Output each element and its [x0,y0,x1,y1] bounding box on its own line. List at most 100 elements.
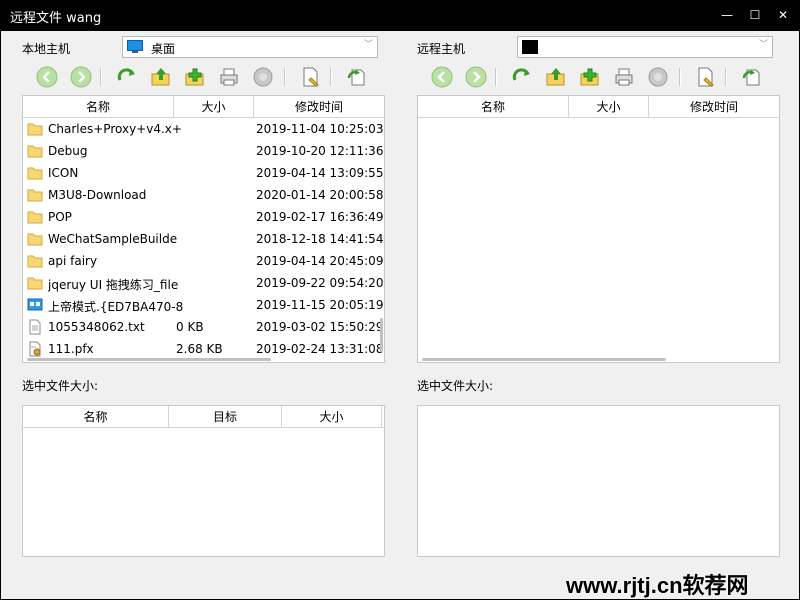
file-modified-date: 2019-03-02 15:50:29 [256,320,384,334]
local-selected-size-label: 选中文件大小: [22,379,99,393]
transfer-column-target[interactable]: 目标 [169,406,282,428]
up-folder-button[interactable] [148,64,174,90]
file-list-item[interactable]: M3U8-Download 2020-01-14 20:00:58 [23,184,383,206]
forward-arrow-icon [465,66,487,88]
file-list-item[interactable]: jqeruy UI 拖拽练习_file 2019-09-22 09:54:20 [23,272,383,294]
vertical-scrollbar[interactable] [380,318,383,352]
file-modified-date: 2019-02-17 16:36:49 [256,210,384,224]
special-folder-icon [27,298,43,311]
file-modified-date: 2019-11-04 10:25:03 [256,122,384,136]
file-list-item[interactable]: Charles+Proxy+v4.x+ 2019-11-04 10:25:03 [23,118,383,140]
remote-file-list[interactable]: 名称 大小 修改时间 [417,95,780,363]
file-size: 2.68 KB [176,342,223,356]
local-path-value: 桌面 [151,42,176,56]
minimize-button[interactable]: — [716,4,738,26]
file-list-item[interactable]: ICON 2019-04-14 13:09:55 [23,162,383,184]
back-button[interactable] [34,64,60,90]
remote-column-modified-header[interactable]: 修改时间 [649,96,779,118]
file-modified-date: 2018-12-18 14:41:54 [256,232,384,246]
column-size-header[interactable]: 大小 [174,96,254,118]
refresh-icon [512,68,530,81]
file-name: M3U8-Download [48,188,147,202]
file-modified-date: 2019-11-15 20:05:19 [256,298,384,312]
file-list-item[interactable]: 上帝模式.{ED7BA470-8 2019-11-15 20:05:19 [23,294,383,316]
file-list-item[interactable]: POP 2019-02-17 16:36:49 [23,206,383,228]
new-folder-icon [580,68,599,86]
remote-up-folder-button[interactable] [543,64,569,90]
local-list-header: 名称 大小 修改时间 [23,96,384,118]
folder-icon [27,167,43,180]
remote-file-window: 远程文件 wang — ☐ ✕ 本地主机 桌面 ﹀ 名称 大小 修改时间 Cha… [0,0,800,600]
folder-icon [27,189,43,202]
folder-icon [27,277,43,290]
stop-icon [648,67,668,87]
remote-properties-button[interactable] [693,64,719,90]
toolbar-separator [495,68,497,86]
file-list-item[interactable]: Debug 2019-10-20 12:11:36 [23,140,383,162]
remote-delete-button[interactable] [611,64,637,90]
document-edit-icon [303,67,319,87]
local-path-combo[interactable]: 桌面 ﹀ [122,36,378,58]
file-list-item[interactable]: 111.pfx 2.68 KB 2019-02-24 13:31:08 [23,338,383,360]
remote-stop-button[interactable] [645,64,671,90]
remote-column-size-header[interactable]: 大小 [569,96,649,118]
folder-icon [27,255,43,268]
file-modified-date: 2020-01-14 20:00:58 [256,188,384,202]
local-transfer-list[interactable]: 名称 目标 大小 [22,405,385,557]
back-arrow-icon [36,66,58,88]
new-folder-button[interactable] [182,64,208,90]
file-name: 1055348062.txt [48,320,145,334]
file-list-item[interactable]: 1055348062.txt 0 KB 2019-03-02 15:50:29 [23,316,383,338]
remote-column-name-header[interactable]: 名称 [418,96,569,118]
horizontal-scrollbar[interactable] [27,358,271,361]
column-modified-header[interactable]: 修改时间 [254,96,384,118]
remote-transfer-list[interactable] [417,405,780,557]
transfer-button[interactable] [344,64,370,90]
file-size: 0 KB [176,320,204,334]
folder-icon [27,233,43,246]
remote-horizontal-scrollbar[interactable] [422,358,666,361]
column-name-header[interactable]: 名称 [23,96,174,118]
file-list-item[interactable]: WeChatSampleBuilde 2018-12-18 14:41:54 [23,228,383,250]
forward-arrow-icon [70,66,92,88]
properties-button[interactable] [298,64,324,90]
local-file-list[interactable]: 名称 大小 修改时间 Charles+Proxy+v4.x+ 2019-11-04… [22,95,385,363]
remote-back-button[interactable] [429,64,455,90]
file-name: Charles+Proxy+v4.x+ [48,122,182,136]
remote-new-folder-button[interactable] [577,64,603,90]
client-area: 本地主机 桌面 ﹀ 名称 大小 修改时间 Charles+Proxy+v4.x+… [1,31,799,599]
stop-button[interactable] [250,64,276,90]
watermark-text: www.rjtj.cn软荐网 [566,573,749,598]
file-modified-date: 2019-09-22 09:54:20 [256,276,384,290]
close-button[interactable]: ✕ [772,4,794,26]
forward-button[interactable] [68,64,94,90]
remote-selected-size-label: 选中文件大小: [417,379,494,393]
back-arrow-icon [431,66,453,88]
up-folder-icon [151,68,170,86]
refresh-button[interactable] [114,64,140,90]
remote-host-combo[interactable]: ﹀ [517,36,773,58]
maximize-button[interactable]: ☐ [744,4,766,26]
local-host-label: 本地主机 [22,42,71,56]
chevron-down-icon: ﹀ [364,40,374,50]
printer-icon [615,68,633,86]
printer-icon [220,68,238,86]
stop-icon [253,67,273,87]
delete-button[interactable] [216,64,242,90]
file-list-item[interactable]: api fairy 2019-04-14 20:45:09 [23,250,383,272]
document-edit-icon [698,67,714,87]
folder-icon [27,211,43,224]
file-name: 上帝模式.{ED7BA470-8 [48,300,184,314]
remote-transfer-button[interactable] [739,64,765,90]
toolbar-separator [330,68,332,86]
toolbar-separator [100,68,102,86]
file-modified-date: 2019-10-20 12:11:36 [256,144,384,158]
toolbar-separator [725,68,727,86]
transfer-column-size[interactable]: 大小 [282,406,382,428]
remote-refresh-button[interactable] [509,64,535,90]
chevron-down-icon: ﹀ [759,40,769,50]
remote-forward-button[interactable] [463,64,489,90]
desktop-icon [127,40,143,53]
transfer-column-name[interactable]: 名称 [23,406,169,428]
local-toolbar [22,64,382,92]
